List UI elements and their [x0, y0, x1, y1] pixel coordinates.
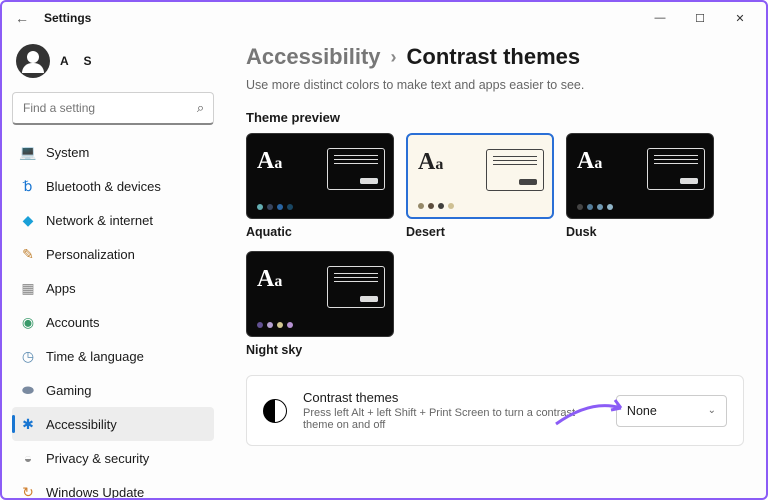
theme-name: Aquatic: [246, 225, 394, 239]
theme-card-aquatic[interactable]: Aa Aquatic: [246, 133, 394, 239]
search-input[interactable]: [13, 101, 188, 115]
theme-name: Dusk: [566, 225, 714, 239]
search-box[interactable]: ⌕: [12, 92, 214, 125]
nav-list: 💻 System ␢ Bluetooth & devices ◆ Network & in…: [12, 135, 214, 498]
chevron-down-icon: ⌄: [708, 405, 716, 416]
theme-card-night-sky[interactable]: Aa Night sky: [246, 251, 394, 357]
nav-label: System: [46, 145, 89, 160]
contrast-panel: Contrast themes Press left Alt + left Sh…: [246, 375, 744, 446]
nav-label: Windows Update: [46, 485, 144, 499]
nav-label: Apps: [46, 281, 76, 296]
minimize-button[interactable]: ―: [640, 4, 680, 32]
maximize-button[interactable]: ☐: [680, 4, 720, 32]
nav-label: Accounts: [46, 315, 99, 330]
theme-dropdown[interactable]: None ⌄: [616, 395, 727, 427]
sidebar-item-system[interactable]: 💻 System: [12, 135, 214, 169]
theme-thumb: Aa: [246, 133, 394, 219]
page-subtitle: Use more distinct colors to make text an…: [246, 78, 744, 92]
nav-icon: ✎: [20, 246, 36, 262]
profile[interactable]: A S: [12, 38, 214, 88]
nav-icon: ▦: [20, 280, 36, 296]
sidebar-item-apps[interactable]: ▦ Apps: [12, 271, 214, 305]
settings-window: ← Settings ― ☐ ✕ A S ⌕ 💻 System ␢ Bluetooth…: [0, 0, 768, 500]
sidebar-item-privacy-security[interactable]: ◒ Privacy & security: [12, 441, 214, 475]
nav-label: Privacy & security: [46, 451, 149, 466]
nav-icon: ␢: [20, 178, 36, 194]
section-label: Theme preview: [246, 110, 744, 125]
nav-icon: ◒: [20, 450, 36, 466]
nav-label: Bluetooth & devices: [46, 179, 161, 194]
theme-name: Night sky: [246, 343, 394, 357]
nav-icon: ✱: [20, 416, 36, 432]
nav-label: Time & language: [46, 349, 144, 364]
panel-desc: Press left Alt + left Shift + Print Scre…: [303, 407, 600, 431]
page-title: Contrast themes: [407, 44, 581, 70]
close-button[interactable]: ✕: [720, 4, 760, 32]
theme-thumb: Aa: [566, 133, 714, 219]
dropdown-value: None: [627, 404, 657, 418]
theme-grid: Aa Aquatic Aa Desert Aa Dusk Aa Night sky: [246, 133, 744, 357]
nav-label: Network & internet: [46, 213, 153, 228]
nav-label: Personalization: [46, 247, 135, 262]
breadcrumb-parent[interactable]: Accessibility: [246, 44, 381, 70]
panel-title: Contrast themes: [303, 390, 600, 405]
theme-card-dusk[interactable]: Aa Dusk: [566, 133, 714, 239]
titlebar: ← Settings ― ☐ ✕: [2, 2, 766, 34]
breadcrumb: Accessibility › Contrast themes: [246, 44, 744, 70]
sidebar-item-accounts[interactable]: ◉ Accounts: [12, 305, 214, 339]
theme-thumb: Aa: [246, 251, 394, 337]
back-button[interactable]: ←: [8, 10, 36, 26]
nav-icon: ◉: [20, 314, 36, 330]
avatar: [16, 44, 50, 78]
search-icon[interactable]: ⌕: [188, 100, 213, 116]
sidebar-item-personalization[interactable]: ✎ Personalization: [12, 237, 214, 271]
nav-label: Accessibility: [46, 417, 117, 432]
nav-icon: 💻: [20, 144, 36, 160]
nav-label: Gaming: [46, 383, 92, 398]
theme-thumb: Aa: [406, 133, 554, 219]
nav-icon: ⬬: [20, 382, 36, 398]
sidebar-item-gaming[interactable]: ⬬ Gaming: [12, 373, 214, 407]
sidebar: A S ⌕ 💻 System ␢ Bluetooth & devices ◆ Networ…: [2, 34, 224, 498]
nav-icon: ◷: [20, 348, 36, 364]
theme-name: Desert: [406, 225, 554, 239]
sidebar-item-windows-update[interactable]: ↻ Windows Update: [12, 475, 214, 498]
main-content: Accessibility › Contrast themes Use more…: [224, 34, 766, 498]
sidebar-item-network-internet[interactable]: ◆ Network & internet: [12, 203, 214, 237]
contrast-icon: [263, 399, 287, 423]
chevron-right-icon: ›: [391, 47, 397, 68]
nav-icon: ↻: [20, 484, 36, 498]
sidebar-item-time-language[interactable]: ◷ Time & language: [12, 339, 214, 373]
profile-name: A S: [60, 54, 98, 68]
sidebar-item-accessibility[interactable]: ✱ Accessibility: [12, 407, 214, 441]
window-title: Settings: [44, 11, 91, 25]
nav-icon: ◆: [20, 212, 36, 228]
sidebar-item-bluetooth-devices[interactable]: ␢ Bluetooth & devices: [12, 169, 214, 203]
theme-card-desert[interactable]: Aa Desert: [406, 133, 554, 239]
